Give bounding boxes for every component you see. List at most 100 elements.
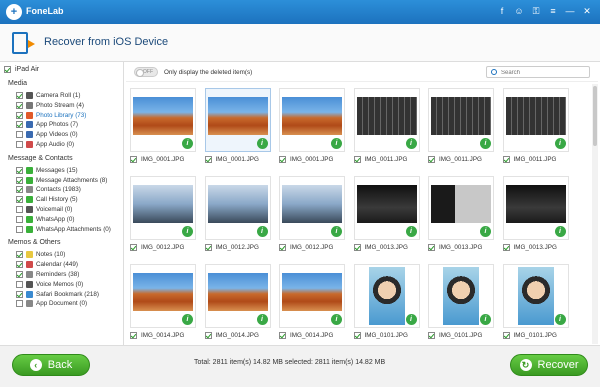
photo-checkbox[interactable] <box>353 332 361 339</box>
photo-checkbox[interactable] <box>502 156 510 163</box>
photo-checkbox[interactable] <box>204 156 212 163</box>
photo-thumbnail[interactable]: i <box>353 264 420 328</box>
photo-item[interactable]: i IMG_0013.JPG <box>424 172 498 256</box>
photo-thumbnail[interactable]: i <box>204 176 271 240</box>
sidebar-item[interactable]: App Document (0) <box>16 300 87 308</box>
photo-checkbox[interactable] <box>130 332 137 339</box>
sidebar-item-checkbox[interactable] <box>16 121 23 129</box>
sidebar-item-checkbox[interactable] <box>16 280 23 288</box>
info-icon[interactable]: i <box>480 314 491 325</box>
photo-item[interactable]: i IMG_0101.JPG <box>424 260 498 344</box>
photo-checkbox[interactable] <box>428 156 435 163</box>
photo-checkbox[interactable] <box>279 332 286 339</box>
minimize-icon[interactable]: — <box>563 4 577 18</box>
sidebar-item-checkbox[interactable] <box>16 131 23 139</box>
info-icon[interactable]: i <box>554 226 566 237</box>
info-icon[interactable]: i <box>256 226 268 237</box>
photo-item[interactable]: i IMG_0101.JPG <box>350 260 424 344</box>
sidebar-item-checkbox[interactable] <box>16 251 23 259</box>
photo-checkbox[interactable] <box>353 156 361 163</box>
sidebar-item[interactable]: Call History (5) <box>16 196 78 204</box>
photo-thumbnail[interactable]: i <box>428 176 494 240</box>
sidebar-item[interactable]: Calendar (449) <box>16 261 78 269</box>
sidebar-item[interactable]: WhatsApp Attachments (0) <box>16 225 111 233</box>
photo-item[interactable]: i IMG_0014.JPG <box>275 260 349 344</box>
photo-checkbox[interactable] <box>428 244 435 251</box>
photo-item[interactable]: i IMG_0014.JPG <box>126 260 200 344</box>
photo-item[interactable]: i IMG_0011.JPG <box>350 84 424 168</box>
sidebar-item[interactable]: Messages (15) <box>16 166 78 174</box>
photo-checkbox[interactable] <box>502 244 510 251</box>
device-checkbox[interactable] <box>4 66 11 73</box>
photo-item[interactable]: i IMG_0014.JPG <box>201 260 275 344</box>
sidebar-item[interactable]: App Videos (0) <box>16 131 78 139</box>
recover-button[interactable]: ↻ Recover <box>510 354 588 376</box>
photo-item[interactable]: i IMG_0012.JPG <box>275 172 349 256</box>
facebook-icon[interactable]: f <box>495 4 509 18</box>
sidebar-item-checkbox[interactable] <box>16 290 23 298</box>
photo-thumbnail[interactable]: i <box>502 176 569 240</box>
info-icon[interactable]: i <box>182 226 193 237</box>
info-icon[interactable]: i <box>480 138 491 149</box>
sidebar-item[interactable]: Notes (10) <box>16 251 65 259</box>
sidebar-item[interactable]: Voicemail (0) <box>16 206 72 213</box>
photo-thumbnail[interactable]: i <box>130 264 196 328</box>
close-icon[interactable]: ✕ <box>580 4 594 18</box>
sidebar-item[interactable]: WhatsApp (0) <box>16 215 75 223</box>
photo-thumbnail[interactable]: i <box>428 88 494 152</box>
photo-item[interactable]: i IMG_0011.JPG <box>499 84 573 168</box>
search-box[interactable] <box>486 66 590 78</box>
photo-item[interactable]: i IMG_0013.JPG <box>499 172 573 256</box>
sidebar-item-checkbox[interactable] <box>16 166 23 174</box>
info-icon[interactable]: i <box>405 138 417 149</box>
device-item[interactable]: iPad Air <box>4 66 39 73</box>
info-icon[interactable]: i <box>405 314 417 325</box>
sidebar-item[interactable]: Safari Bookmark (218) <box>16 290 99 298</box>
sidebar-item-checkbox[interactable] <box>16 271 23 278</box>
info-icon[interactable]: i <box>182 314 193 325</box>
photo-item[interactable]: i IMG_0001.JPG <box>275 84 349 168</box>
key-icon[interactable]: ⚿ <box>529 4 543 18</box>
photo-thumbnail[interactable]: i <box>279 88 345 152</box>
info-icon[interactable]: i <box>554 314 566 325</box>
sidebar-item[interactable]: Photo Stream (4) <box>16 101 84 109</box>
sidebar-item[interactable]: App Audio (0) <box>16 141 74 148</box>
sidebar-item-checkbox[interactable] <box>16 111 23 119</box>
photo-checkbox[interactable] <box>353 244 361 251</box>
photo-item[interactable]: i IMG_0101.JPG <box>499 260 573 344</box>
photo-thumbnail[interactable]: i <box>428 264 494 328</box>
sidebar-item-checkbox[interactable] <box>16 101 23 109</box>
info-icon[interactable]: i <box>331 226 342 237</box>
photo-item[interactable]: i IMG_0012.JPG <box>201 172 275 256</box>
photo-thumbnail[interactable]: i <box>279 264 345 328</box>
chat-icon[interactable]: ☺ <box>512 4 526 18</box>
photo-checkbox[interactable] <box>204 332 212 339</box>
sidebar-item-checkbox[interactable] <box>16 92 23 99</box>
sidebar-item-checkbox[interactable] <box>16 225 23 233</box>
photo-checkbox[interactable] <box>279 244 286 251</box>
list-icon[interactable]: ≡ <box>546 4 560 18</box>
info-icon[interactable]: i <box>331 314 342 325</box>
sidebar-item-checkbox[interactable] <box>16 176 23 184</box>
photo-item[interactable]: i IMG_0001.JPG <box>126 84 200 168</box>
photo-thumbnail[interactable]: i <box>130 88 196 152</box>
photo-item[interactable]: i IMG_0001.JPG <box>201 84 275 168</box>
photo-thumbnail[interactable]: i <box>502 88 569 152</box>
photo-item[interactable]: i IMG_0013.JPG <box>350 172 424 256</box>
info-icon[interactable]: i <box>256 138 268 149</box>
info-icon[interactable]: i <box>554 138 566 149</box>
photo-checkbox[interactable] <box>279 156 286 163</box>
deleted-only-toggle[interactable]: OFF <box>134 67 158 77</box>
info-icon[interactable]: i <box>405 226 417 237</box>
info-icon[interactable]: i <box>480 226 491 237</box>
grid-scrollbar[interactable] <box>592 84 598 344</box>
sidebar-item[interactable]: Contacts (1983) <box>16 186 81 194</box>
search-input[interactable] <box>501 68 587 77</box>
sidebar-item[interactable]: Reminders (38) <box>16 271 79 278</box>
sidebar-item-checkbox[interactable] <box>16 141 23 148</box>
info-icon[interactable]: i <box>182 138 193 149</box>
sidebar-item-checkbox[interactable] <box>16 261 23 269</box>
sidebar-item-checkbox[interactable] <box>16 300 23 308</box>
photo-item[interactable]: i IMG_0011.JPG <box>424 84 498 168</box>
sidebar-item-checkbox[interactable] <box>16 206 23 213</box>
